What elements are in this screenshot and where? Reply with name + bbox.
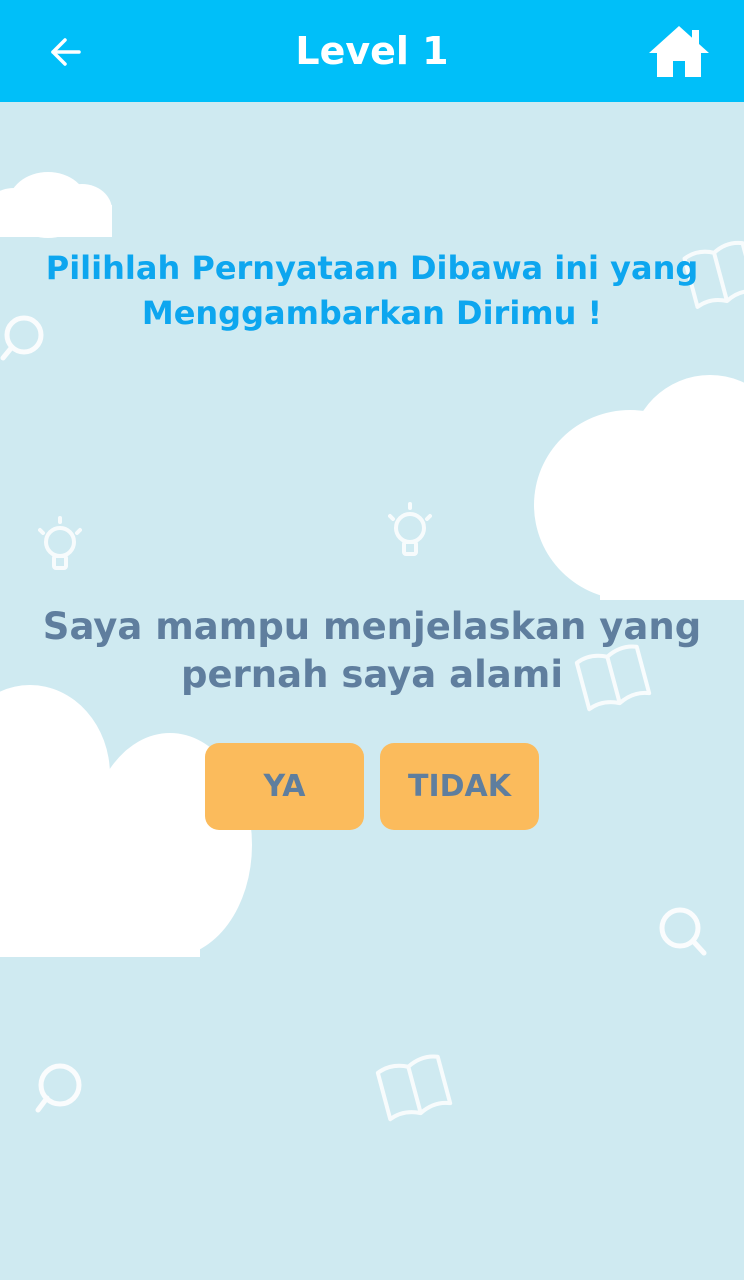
book-icon [375,1054,453,1122]
page-title: Level 1 [295,29,449,73]
yes-button[interactable]: YA [205,743,364,830]
cloud [534,375,744,600]
lightbulb-icon [38,516,82,570]
home-icon [649,26,709,77]
magnifier-icon [35,1063,82,1113]
question-statement: Saya mampu menjelaskan yang pernah saya … [42,605,702,696]
cloud [0,172,112,238]
home-button[interactable] [644,18,714,84]
magnifier-icon [659,907,707,956]
instruction-text: Pilihlah Pernyataan Dibawa ini yang Meng… [45,249,699,332]
app-bar: Level 1 [0,0,744,102]
no-button[interactable]: TIDAK [380,743,539,830]
lightbulb-icon [388,502,432,556]
